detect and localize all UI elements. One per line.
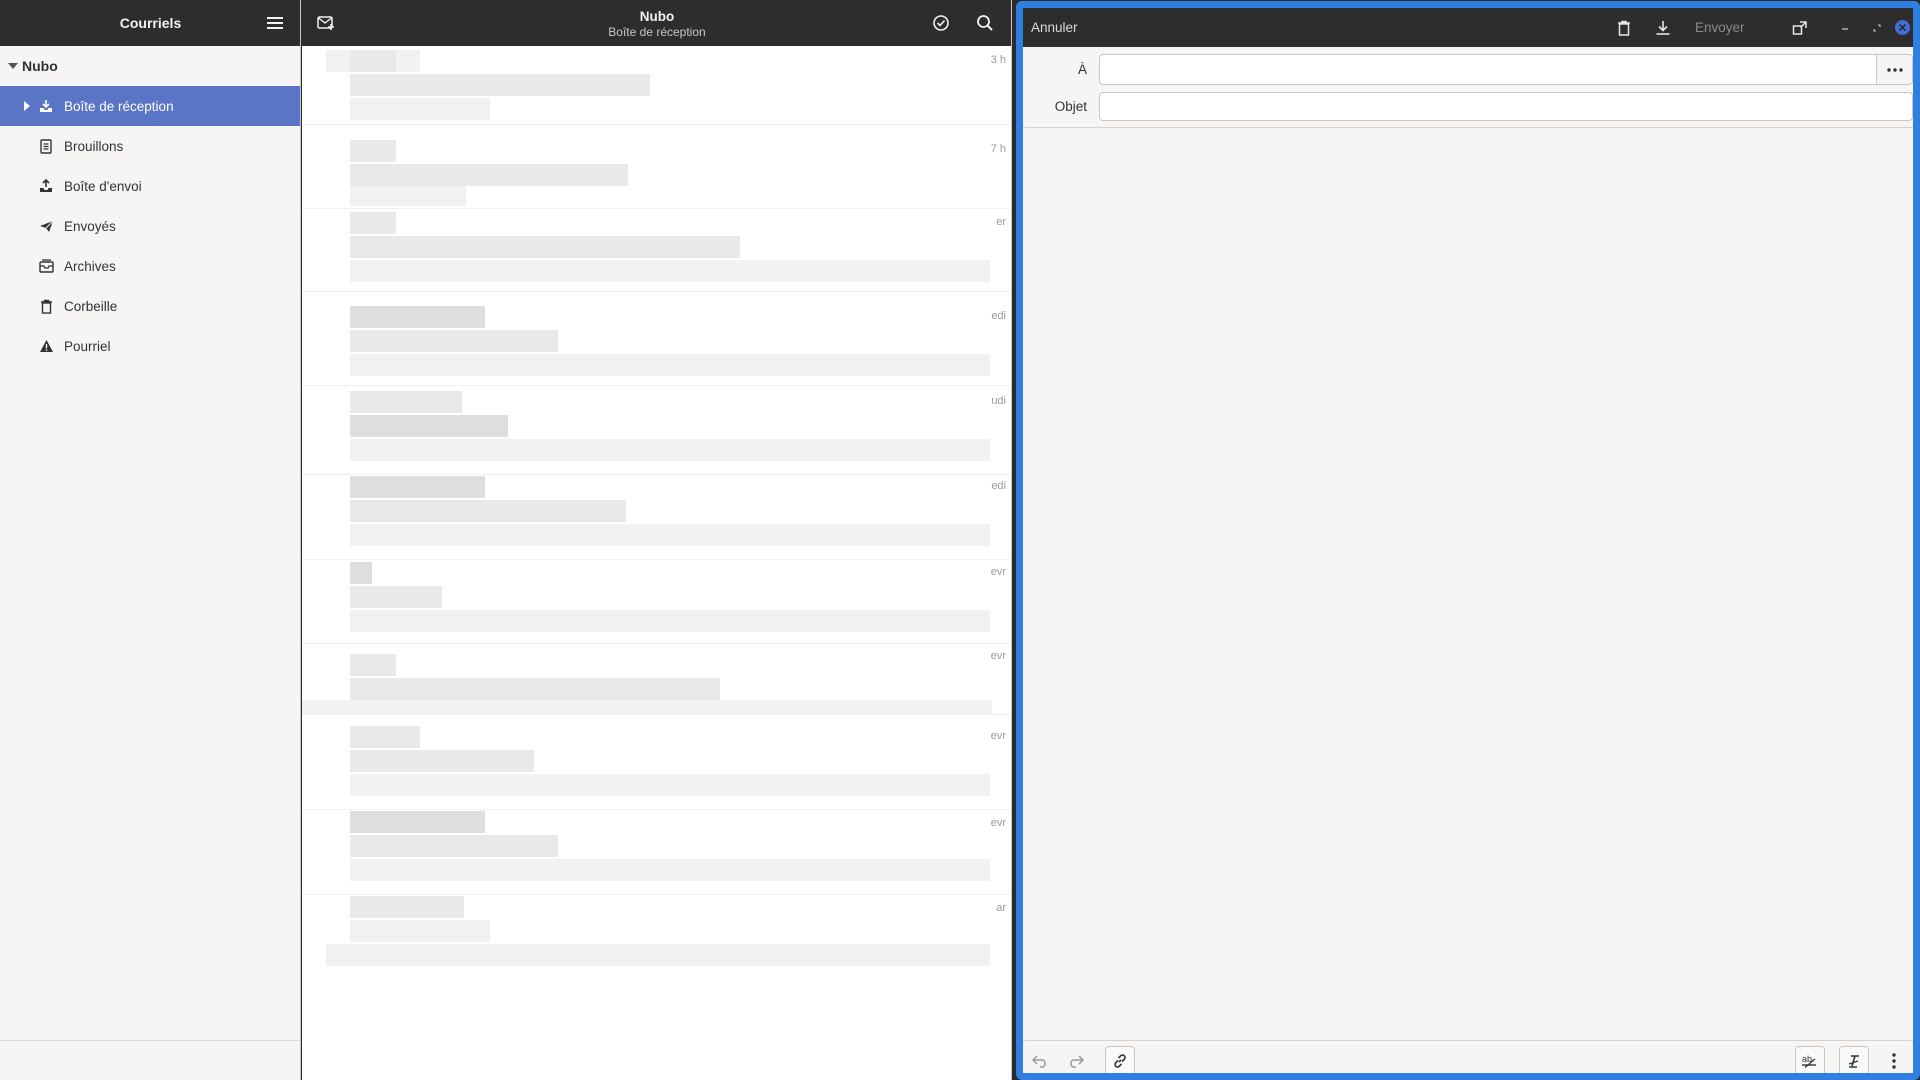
outbox-icon bbox=[38, 178, 54, 194]
account-name: Nubo bbox=[22, 58, 58, 74]
sidebar-title: Courriels bbox=[119, 15, 182, 31]
drafts-icon bbox=[38, 138, 54, 154]
sent-icon bbox=[38, 218, 54, 234]
list-item[interactable]: edi bbox=[302, 476, 1010, 560]
sidebar-header: Courriels bbox=[0, 0, 300, 46]
list-item[interactable]: er bbox=[302, 212, 1010, 292]
message-date: evr bbox=[990, 817, 1006, 829]
list-item[interactable]: ar bbox=[302, 896, 1010, 980]
folder-label: Archives bbox=[64, 258, 116, 274]
folder-sidebar: Courriels Nubo Boîte de réception Brouil… bbox=[0, 0, 301, 1080]
spellcheck-icon[interactable]: ab bbox=[1795, 1046, 1825, 1073]
folder-outbox[interactable]: Boîte d'envoi bbox=[0, 166, 300, 206]
select-mode-check-icon[interactable] bbox=[930, 12, 952, 34]
message-date: evr bbox=[990, 650, 1006, 662]
more-options-vertical-icon[interactable] bbox=[1879, 1046, 1909, 1073]
list-item[interactable]: 7 h bbox=[302, 140, 1010, 209]
to-label: À bbox=[1077, 62, 1087, 77]
message-date: udi bbox=[991, 395, 1006, 407]
to-field[interactable] bbox=[1099, 54, 1876, 85]
message-date: ar bbox=[996, 902, 1006, 914]
message-date: er bbox=[996, 216, 1006, 228]
message-list-body: 3 h 7 h er edi udi edi evr evr evr evr a… bbox=[302, 46, 1012, 1080]
folder-label: Brouillons bbox=[64, 138, 124, 154]
folder-sent[interactable]: Envoyés bbox=[0, 206, 300, 246]
list-item[interactable]: udi bbox=[302, 391, 1010, 475]
message-list-pane: Nubo Boîte de réception 3 h 7 h er edi u… bbox=[302, 0, 1012, 1080]
folder-archives[interactable]: Archives bbox=[0, 246, 300, 286]
folder-label: Boîte d'envoi bbox=[64, 178, 142, 194]
folder-drafts[interactable]: Brouillons bbox=[0, 126, 300, 166]
folder-trash[interactable]: Corbeille bbox=[0, 286, 300, 326]
message-date: 3 h bbox=[990, 54, 1006, 66]
folder-label: Boîte de réception bbox=[64, 98, 174, 114]
folder-label: Pourriel bbox=[64, 338, 111, 354]
folder-inbox[interactable]: Boîte de réception bbox=[0, 86, 300, 126]
undo-icon[interactable] bbox=[1025, 1046, 1055, 1073]
list-item[interactable]: evr bbox=[302, 811, 1010, 895]
archive-icon bbox=[38, 258, 54, 274]
more-recipients-ellipsis-icon[interactable] bbox=[1876, 54, 1913, 85]
message-date: edi bbox=[991, 480, 1006, 492]
send-button[interactable]: Envoyer bbox=[1695, 8, 1745, 47]
expand-triangle-icon[interactable] bbox=[22, 99, 32, 113]
composer-fields: À Objet bbox=[1023, 47, 1913, 128]
list-item[interactable]: evr bbox=[302, 644, 1010, 715]
message-body-editor[interactable] bbox=[1023, 129, 1913, 1040]
message-date: evr bbox=[990, 566, 1006, 578]
message-list-title: Nubo bbox=[639, 9, 675, 24]
warning-icon bbox=[38, 338, 54, 354]
discard-trash-icon[interactable] bbox=[1612, 16, 1636, 40]
folder-label: Envoyés bbox=[64, 218, 116, 234]
composer-window: Annuler Envoyer À Objet ab bbox=[1016, 1, 1920, 1080]
clear-formatting-icon[interactable] bbox=[1839, 1046, 1869, 1073]
restore-icon[interactable] bbox=[1865, 16, 1889, 40]
list-item[interactable]: evr bbox=[302, 726, 1010, 810]
cancel-button[interactable]: Annuler bbox=[1023, 8, 1078, 47]
message-date: 7 h bbox=[990, 143, 1006, 155]
minimize-icon[interactable] bbox=[1833, 16, 1857, 40]
composer-toolbar: ab bbox=[1023, 1040, 1913, 1073]
subject-label: Objet bbox=[1054, 99, 1087, 114]
detach-window-icon[interactable] bbox=[1788, 16, 1812, 40]
message-date: evr bbox=[990, 730, 1006, 742]
list-item[interactable]: evr bbox=[302, 560, 1010, 644]
composer-header: Annuler Envoyer bbox=[1023, 8, 1913, 47]
folder-spam[interactable]: Pourriel bbox=[0, 326, 300, 366]
message-list-header: Nubo Boîte de réception bbox=[302, 0, 1011, 46]
redo-icon[interactable] bbox=[1061, 1046, 1091, 1073]
sidebar-footer bbox=[0, 1040, 300, 1080]
account-row-nubo[interactable]: Nubo bbox=[0, 46, 300, 86]
close-icon[interactable] bbox=[1895, 20, 1910, 35]
hamburger-menu-icon[interactable] bbox=[264, 12, 286, 34]
save-draft-download-icon[interactable] bbox=[1651, 16, 1675, 40]
list-item[interactable]: 3 h bbox=[302, 46, 1010, 125]
subject-field[interactable] bbox=[1099, 92, 1913, 121]
search-icon[interactable] bbox=[974, 12, 996, 34]
collapse-triangle-icon[interactable] bbox=[6, 59, 20, 73]
message-list-subtitle: Boîte de réception bbox=[608, 25, 706, 39]
insert-link-icon[interactable] bbox=[1105, 1046, 1135, 1073]
trash-icon bbox=[38, 298, 54, 314]
message-date: edi bbox=[991, 310, 1006, 322]
list-item[interactable]: edi bbox=[302, 306, 1010, 386]
inbox-icon bbox=[38, 98, 54, 114]
folder-label: Corbeille bbox=[64, 298, 118, 314]
